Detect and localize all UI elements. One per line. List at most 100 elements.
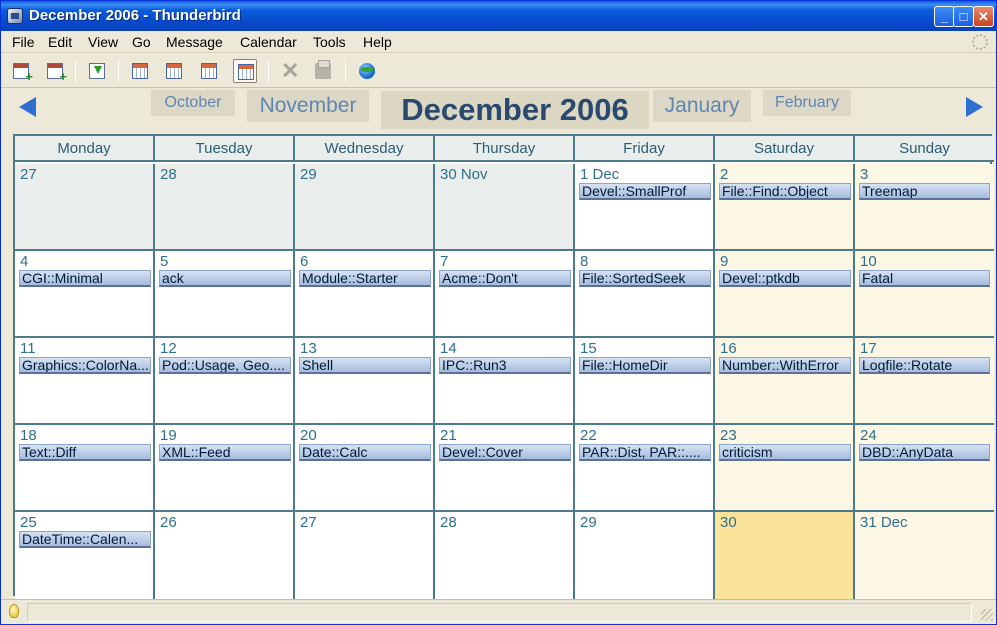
- calendar-event[interactable]: Graphics::ColorNa...: [19, 357, 151, 374]
- calendar-event[interactable]: Devel::SmallProf: [579, 183, 711, 200]
- day-cell[interactable]: 7 Acme::Don't: [435, 251, 575, 338]
- day-cell[interactable]: 11 Graphics::ColorNa...: [15, 338, 155, 425]
- calendar-event[interactable]: Devel::Cover: [439, 444, 571, 461]
- day-cell[interactable]: 29: [575, 512, 715, 599]
- day-cell[interactable]: 30 Nov: [435, 164, 575, 251]
- day-cell[interactable]: 2 File::Find::Object: [715, 164, 855, 251]
- subscribe-button[interactable]: [85, 59, 109, 83]
- day-cell[interactable]: 10 Fatal: [855, 251, 994, 338]
- day-cell[interactable]: 25 DateTime::Calen...: [15, 512, 155, 599]
- calendar-event[interactable]: CGI::Minimal: [19, 270, 151, 287]
- month-tab-prev2[interactable]: October: [151, 90, 235, 116]
- calendar-event[interactable]: File::Find::Object: [719, 183, 851, 200]
- day-number: 24: [860, 427, 877, 444]
- calendar-event[interactable]: DateTime::Calen...: [19, 531, 151, 548]
- day-cell[interactable]: 5 ack: [155, 251, 295, 338]
- minimize-button[interactable]: _: [934, 6, 955, 27]
- calendar-event[interactable]: Devel::ptkdb: [719, 270, 851, 287]
- day-cell[interactable]: 28: [435, 512, 575, 599]
- calendar-event[interactable]: Text::Diff: [19, 444, 151, 461]
- month-view-button[interactable]: [233, 59, 257, 83]
- day-cell[interactable]: 27: [15, 164, 155, 251]
- menu-message[interactable]: Message: [166, 34, 223, 50]
- close-button[interactable]: ✕: [973, 6, 994, 27]
- day-cell[interactable]: 18 Text::Diff: [15, 425, 155, 512]
- day-cell[interactable]: 28: [155, 164, 295, 251]
- day-cell[interactable]: 22 PAR::Dist, PAR::....: [575, 425, 715, 512]
- day-number: 21: [440, 427, 457, 444]
- day-cell[interactable]: 23 criticism: [715, 425, 855, 512]
- day-cell[interactable]: 31 Dec: [855, 512, 994, 599]
- day-cell[interactable]: 21 Devel::Cover: [435, 425, 575, 512]
- menu-edit[interactable]: Edit: [48, 34, 72, 50]
- day-number: 28: [160, 166, 177, 183]
- month-tab-next2[interactable]: February: [763, 90, 851, 116]
- calendar-event[interactable]: Acme::Don't: [439, 270, 571, 287]
- day-cell[interactable]: 24 DBD::AnyData: [855, 425, 994, 512]
- thunderbird-app-icon[interactable]: [7, 8, 23, 24]
- calendar-event[interactable]: Module::Starter: [299, 270, 431, 287]
- new-task-button[interactable]: [43, 59, 67, 84]
- menu-view[interactable]: View: [88, 34, 118, 50]
- publish-button[interactable]: [355, 59, 379, 83]
- delete-button[interactable]: ✕: [277, 59, 301, 83]
- month-tab-next1[interactable]: January: [653, 90, 751, 122]
- day-cell[interactable]: 26: [155, 512, 295, 599]
- day-cell[interactable]: 14 IPC::Run3: [435, 338, 575, 425]
- calendar-event[interactable]: Date::Calc: [299, 444, 431, 461]
- day-cell[interactable]: 12 Pod::Usage, Geo....: [155, 338, 295, 425]
- calendar-event[interactable]: Logfile::Rotate: [859, 357, 990, 374]
- previous-month-arrow-icon[interactable]: [19, 97, 36, 117]
- menu-go[interactable]: Go: [132, 34, 151, 50]
- day-cell[interactable]: 6 Module::Starter: [295, 251, 435, 338]
- day-cell[interactable]: 13 Shell: [295, 338, 435, 425]
- day-cell[interactable]: 4 CGI::Minimal: [15, 251, 155, 338]
- calendar-event[interactable]: IPC::Run3: [439, 357, 571, 374]
- calendar-event[interactable]: Treemap: [859, 183, 990, 200]
- day-cell[interactable]: 15 File::HomeDir: [575, 338, 715, 425]
- globe-icon: [359, 63, 375, 79]
- day-cell[interactable]: 19 XML::Feed: [155, 425, 295, 512]
- month-view: October November December 2006 January F…: [1, 89, 996, 599]
- day-cell-today[interactable]: 30: [715, 512, 855, 599]
- day-cell[interactable]: 17 Logfile::Rotate: [855, 338, 994, 425]
- print-button[interactable]: [311, 59, 335, 83]
- day-cell[interactable]: 3 Treemap: [855, 164, 994, 251]
- calendar-event[interactable]: Fatal: [859, 270, 990, 287]
- menu-calendar[interactable]: Calendar: [240, 34, 297, 50]
- calendar-event[interactable]: Pod::Usage, Geo....: [159, 357, 291, 374]
- calendar-event[interactable]: File::HomeDir: [579, 357, 711, 374]
- day-number: 4: [20, 253, 29, 270]
- resize-grip[interactable]: [981, 609, 993, 621]
- title-bar[interactable]: December 2006 - Thunderbird _ □ ✕: [1, 1, 996, 31]
- day-number: 14: [440, 340, 457, 357]
- calendar-event[interactable]: File::SortedSeek: [579, 270, 711, 287]
- calendar-event[interactable]: DBD::AnyData: [859, 444, 990, 461]
- day-cell[interactable]: 27: [295, 512, 435, 599]
- day-cell[interactable]: 8 File::SortedSeek: [575, 251, 715, 338]
- calendar-event[interactable]: PAR::Dist, PAR::....: [579, 444, 711, 461]
- menu-file[interactable]: File: [12, 34, 35, 50]
- day-number: 30: [720, 514, 737, 531]
- month-tab-prev1[interactable]: November: [247, 90, 369, 122]
- calendar-event[interactable]: Number::WithError: [719, 357, 851, 374]
- menu-tools[interactable]: Tools: [313, 34, 346, 50]
- calendar-event[interactable]: Shell: [299, 357, 431, 374]
- calendar-event[interactable]: XML::Feed: [159, 444, 291, 461]
- menu-help[interactable]: Help: [363, 34, 392, 50]
- day-number: 23: [720, 427, 737, 444]
- week-view-button[interactable]: [162, 59, 186, 83]
- multiweek-view-button[interactable]: [197, 59, 221, 83]
- day-cell[interactable]: 16 Number::WithError: [715, 338, 855, 425]
- day-cell[interactable]: 20 Date::Calc: [295, 425, 435, 512]
- calendar-event[interactable]: ack: [159, 270, 291, 287]
- new-event-button[interactable]: [9, 59, 33, 84]
- next-month-arrow-icon[interactable]: [966, 97, 983, 117]
- day-cell[interactable]: 9 Devel::ptkdb: [715, 251, 855, 338]
- day-view-button[interactable]: [128, 59, 152, 83]
- day-cell[interactable]: 1 Dec Devel::SmallProf: [575, 164, 715, 251]
- weekday-header: Thursday: [435, 136, 575, 162]
- calendar-event[interactable]: criticism: [719, 444, 851, 461]
- day-cell[interactable]: 29: [295, 164, 435, 251]
- maximize-button[interactable]: □: [953, 6, 974, 27]
